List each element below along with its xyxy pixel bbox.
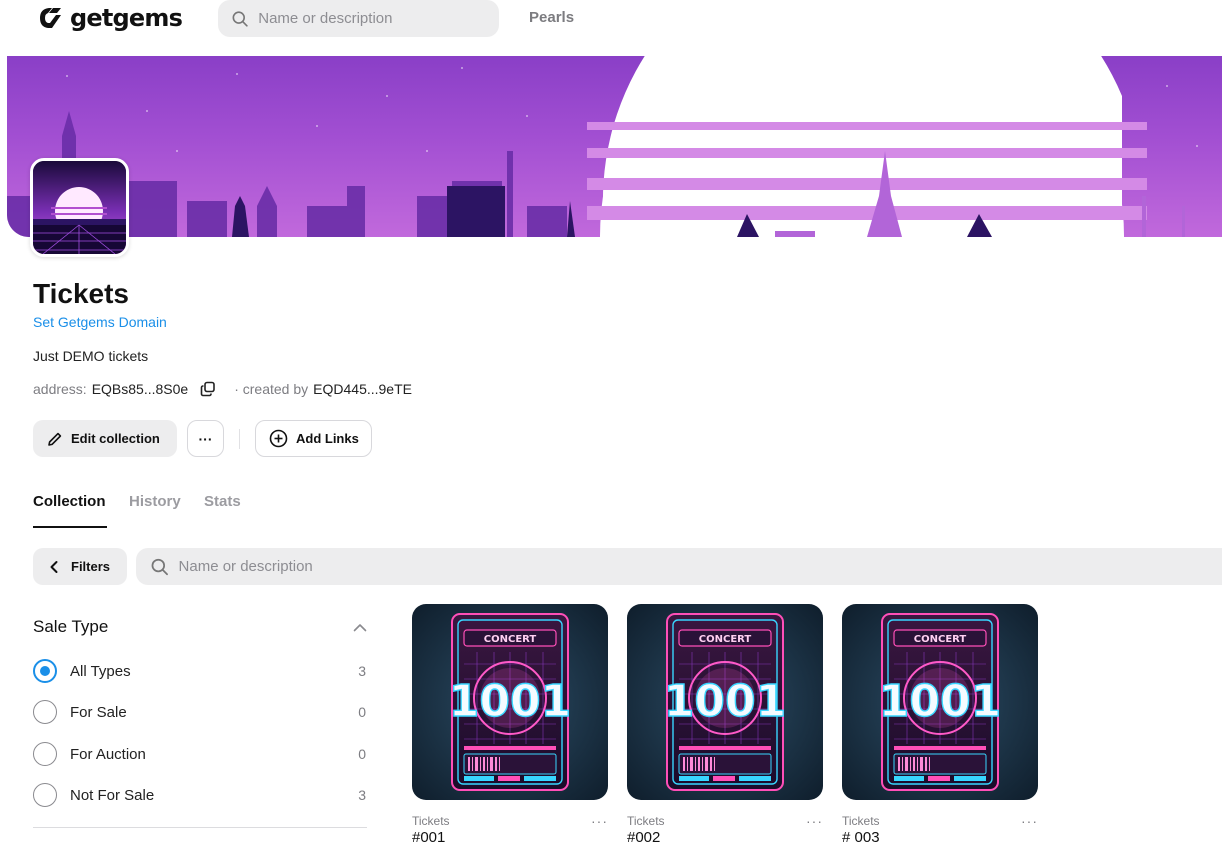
add-links-button[interactable]: Add Links	[255, 420, 372, 457]
divider	[239, 429, 240, 449]
ticket-header-text: CONCERT	[914, 634, 967, 645]
nft-collection-name[interactable]: Tickets	[627, 814, 823, 828]
nft-meta: Tickets #001 ···	[412, 813, 608, 842]
sale-type-title: Sale Type	[33, 617, 109, 636]
collection-title: Tickets	[33, 278, 129, 309]
radio-button[interactable]	[33, 783, 57, 807]
filters-button[interactable]: Filters	[33, 548, 127, 585]
option-count: 3	[358, 663, 366, 679]
option-count: 0	[358, 704, 366, 720]
tab-collection[interactable]: Collection	[33, 493, 106, 510]
radio-button[interactable]	[33, 700, 57, 724]
items-search-box[interactable]	[136, 548, 1222, 585]
items-search-input[interactable]	[178, 558, 1222, 575]
chevron-up-icon[interactable]	[353, 623, 367, 632]
address-row: address: EQBs85...8S0e · created by EQD4…	[33, 381, 412, 397]
nft-card[interactable]: CONCERT 1001 Tickets # 003 ···	[842, 604, 1038, 842]
active-tab-indicator	[33, 526, 107, 528]
nft-more-icon[interactable]: ···	[591, 813, 608, 829]
nft-name: #001	[412, 829, 446, 842]
creator-address[interactable]: EQD445...9eTE	[313, 381, 412, 397]
copy-icon[interactable]	[200, 381, 216, 397]
sale-type-option-all[interactable]: All Types 3	[33, 658, 367, 684]
ticket-number-text: 1001	[449, 676, 571, 727]
nft-meta: Tickets #002 ···	[627, 813, 823, 842]
banner-image	[7, 56, 1198, 237]
nft-image[interactable]: CONCERT 1001	[842, 604, 1038, 800]
nft-more-icon[interactable]: ···	[1021, 813, 1038, 829]
more-dots-icon: ···	[198, 430, 213, 447]
nft-image[interactable]: CONCERT 1001	[412, 604, 608, 800]
option-label: For Sale	[70, 703, 127, 721]
more-options-button[interactable]: ···	[187, 420, 224, 457]
nav-link-pearls[interactable]: Pearls	[529, 9, 574, 26]
nft-name: # 003	[842, 829, 880, 842]
created-by-label: · created by	[234, 381, 309, 397]
nft-card[interactable]: CONCERT 1001 Tickets #002 ···	[627, 604, 823, 842]
top-search-input[interactable]	[258, 10, 499, 27]
filters-label: Filters	[71, 559, 111, 574]
nft-collection-name[interactable]: Tickets	[412, 814, 608, 828]
collection-avatar	[30, 158, 129, 257]
logo-text: getgems	[70, 4, 183, 32]
option-label: Not For Sale	[70, 786, 155, 804]
getgems-logo-icon	[40, 8, 61, 28]
sale-type-option-for-auction[interactable]: For Auction 0	[33, 741, 367, 767]
nft-image[interactable]: CONCERT 1001	[627, 604, 823, 800]
ticket-number-text: 1001	[664, 676, 786, 727]
collection-banner	[7, 56, 1222, 237]
sale-type-option-for-sale[interactable]: For Sale 0	[33, 699, 367, 725]
chevron-left-icon	[50, 560, 58, 573]
search-icon	[232, 10, 248, 27]
add-links-label: Add Links	[296, 431, 359, 446]
tab-history[interactable]: History	[129, 493, 181, 510]
pencil-icon	[48, 432, 62, 446]
top-search-box[interactable]	[218, 0, 499, 37]
radio-button[interactable]	[33, 659, 57, 683]
avatar-image	[33, 161, 126, 254]
nft-name: #002	[627, 829, 661, 842]
ticket-header-text: CONCERT	[484, 634, 537, 645]
nft-collection-name[interactable]: Tickets	[842, 814, 1038, 828]
logo[interactable]: getgems	[36, 4, 183, 32]
collection-description: Just DEMO tickets	[33, 348, 149, 364]
address-label: address:	[33, 381, 87, 397]
plus-circle-icon	[269, 429, 288, 448]
collection-address[interactable]: EQBs85...8S0e	[92, 381, 189, 397]
edit-collection-button[interactable]: Edit collection	[33, 420, 177, 457]
option-label: For Auction	[70, 745, 146, 763]
nft-card[interactable]: CONCERT 1001 Tickets #001 ···	[412, 604, 608, 842]
nft-more-icon[interactable]: ···	[806, 813, 823, 829]
nft-meta: Tickets # 003 ···	[842, 813, 1038, 842]
sale-type-header[interactable]: Sale Type	[33, 617, 367, 637]
search-icon	[151, 558, 168, 575]
option-count: 0	[358, 746, 366, 762]
set-domain-link[interactable]: Set Getgems Domain	[33, 314, 167, 330]
ticket-header-text: CONCERT	[699, 634, 752, 645]
sidebar-divider	[33, 827, 367, 828]
radio-button[interactable]	[33, 742, 57, 766]
tab-stats[interactable]: Stats	[204, 493, 241, 510]
ticket-number-text: 1001	[879, 676, 1001, 727]
sale-type-option-not-for-sale[interactable]: Not For Sale 3	[33, 782, 367, 808]
option-count: 3	[358, 787, 366, 803]
option-label: All Types	[70, 662, 131, 680]
edit-collection-label: Edit collection	[71, 431, 160, 446]
top-bar: getgems Pearls	[0, 0, 1222, 56]
